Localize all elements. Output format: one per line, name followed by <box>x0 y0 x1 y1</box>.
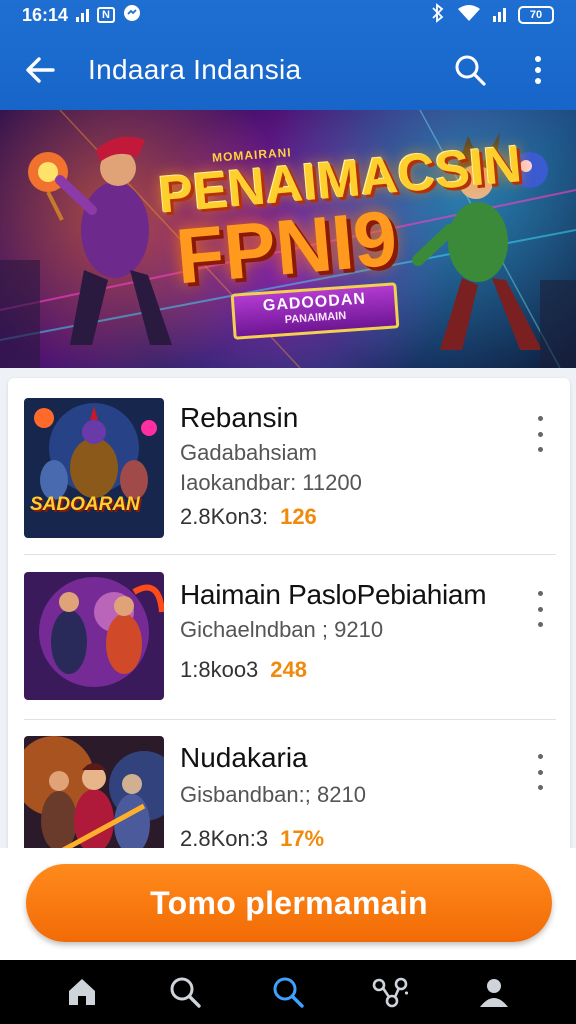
game-title: Rebansin <box>180 402 299 433</box>
search-icon[interactable] <box>163 970 207 1014</box>
game-subtitle: Gadabahsiam <box>180 440 317 465</box>
notification-icon: N <box>97 7 115 23</box>
share-icon[interactable] <box>369 970 413 1014</box>
list-item[interactable]: 100 Nudakaria Gisbandban:; 8210 2.8Kon:3… <box>8 720 570 868</box>
home-icon[interactable] <box>60 970 104 1014</box>
game-thumbnail <box>24 572 164 700</box>
game-stats: 2.8Kon3: 126 <box>180 504 317 530</box>
featured-banner[interactable]: MOMAIRANI PENAIMACSIN FPNI9 GADOODAN PAN… <box>0 110 576 368</box>
game-thumbnail-text: SADOARAN <box>30 494 140 515</box>
status-bar: 16:14 N 70 <box>0 0 576 30</box>
back-arrow-icon[interactable] <box>20 50 60 90</box>
more-options-icon[interactable] <box>528 754 552 790</box>
game-stats: 1:8koo3 248 <box>180 657 307 683</box>
game-stat-label: 1:8koo3 <box>180 657 259 682</box>
more-options-icon[interactable] <box>528 591 552 627</box>
profile-icon[interactable] <box>472 970 516 1014</box>
game-subtitle: Gisbandban:; 8210 <box>180 782 366 807</box>
game-thumbnail: SADOARAN <box>24 398 164 538</box>
list-item[interactable]: SADOARAN Rebansin Gadabahsiam Iaokandbar… <box>8 378 570 555</box>
toolbar: Indaara Indansia <box>0 30 576 110</box>
game-stat-value: 248 <box>270 657 308 682</box>
play-button[interactable]: Tomo plermamain <box>26 864 552 942</box>
game-subtitle: Gichaelndban ; 9210 <box>180 617 384 642</box>
list-item[interactable]: Haimain PasloPebiahiam Gichaelndban ; 92… <box>8 555 570 725</box>
more-options-icon[interactable] <box>528 416 552 452</box>
page-title: Indaara Indansia <box>88 54 302 85</box>
clock: 16:14 <box>22 4 69 25</box>
search-active-icon[interactable] <box>266 970 310 1014</box>
search-icon[interactable] <box>452 52 488 88</box>
bottom-nav <box>0 960 576 1024</box>
more-vertical-icon[interactable] <box>520 52 556 88</box>
battery-icon: 70 <box>518 6 554 24</box>
signal-icon <box>76 8 90 22</box>
wifi-icon <box>457 4 481 27</box>
cell-signal-icon <box>493 8 506 22</box>
game-stat-label: 2.8Kon3: <box>180 504 269 529</box>
app-bar: 16:14 N 70 Indaara Indansia <box>0 0 576 110</box>
game-title: Nudakaria <box>180 742 308 773</box>
game-title: Haimain PasloPebiahiam <box>180 579 487 610</box>
game-list: SADOARAN Rebansin Gadabahsiam Iaokandbar… <box>8 378 570 868</box>
game-stat-value: 126 <box>280 504 317 529</box>
messenger-icon <box>123 4 141 27</box>
game-meta: Iaokandbar: 11200 <box>180 470 362 495</box>
bluetooth-icon <box>431 2 445 28</box>
